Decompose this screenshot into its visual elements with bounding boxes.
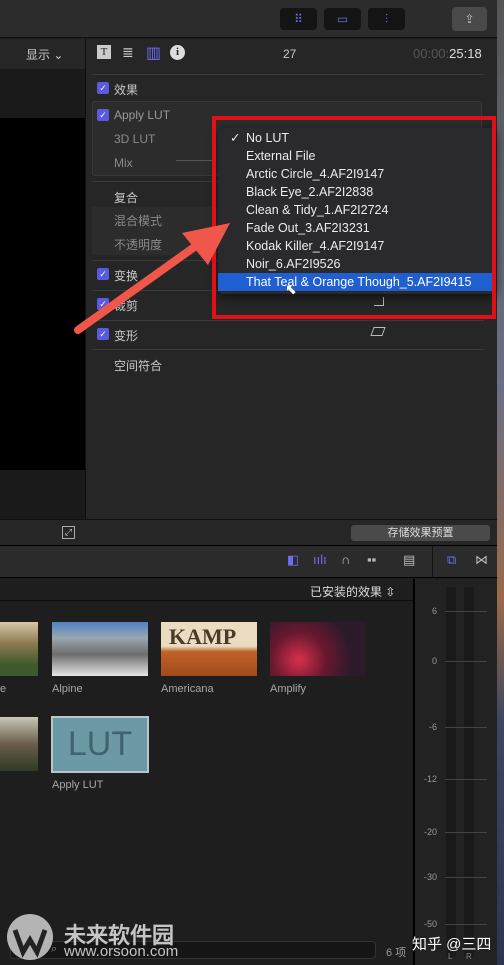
timecode-dim: 00:00:	[413, 46, 450, 61]
effect-label: e	[0, 683, 7, 695]
meter-channel-left	[446, 587, 456, 957]
mix-slider[interactable]	[176, 160, 216, 161]
category-label: 已安装的效果	[310, 585, 383, 599]
watermark-logo	[7, 914, 53, 960]
divider	[92, 349, 484, 350]
meter-gridline	[445, 779, 487, 780]
effects-checkbox[interactable]: ✓	[97, 82, 109, 94]
share-button[interactable]: ⇪	[452, 7, 487, 31]
mix-label: Mix	[114, 156, 133, 170]
updown-chevron-icon: ⇳	[382, 585, 396, 599]
timeline-toolbar	[0, 545, 497, 578]
fullscreen-icon[interactable]: ⤢	[62, 526, 75, 539]
meter-gridline	[445, 832, 487, 833]
effect-label: Amplify	[270, 683, 307, 695]
effects-label: 效果	[114, 83, 139, 97]
grid-icon: ⠿	[294, 12, 303, 26]
apply-lut-label: Apply LUT	[114, 108, 171, 122]
frame-number: 27	[283, 47, 297, 61]
meter-tick: 0	[431, 656, 437, 666]
meter-tick: -20	[423, 827, 437, 837]
3d-lut-label: 3D LUT	[114, 132, 156, 146]
timecode-value: 25:18	[449, 46, 482, 61]
save-effects-preset-button[interactable]: 存储效果预置	[351, 525, 490, 541]
timecode: 00:00:25:18	[413, 46, 482, 61]
spatial-conform-label: 空间符合	[114, 359, 163, 373]
divider	[432, 546, 433, 577]
inspector-toggle-button[interactable]: ⫶	[368, 8, 405, 30]
meter-tick: -30	[423, 872, 437, 882]
transitions-browser-icon[interactable]: ⋈	[475, 552, 488, 568]
audio-meter: 6 0 -6 -12 -20 -30 -50 L R	[414, 579, 497, 965]
watermark-credit: 知乎 @三四	[412, 936, 492, 953]
effect-label: Alpine	[52, 683, 83, 695]
meter-gridline	[445, 924, 487, 925]
timeline-layout-button[interactable]: ▭	[324, 8, 361, 30]
meter-gridline	[445, 661, 487, 662]
annotation-arrow-icon	[74, 223, 230, 334]
effect-thumbnail-amplify[interactable]	[270, 622, 366, 676]
kamp-sign: KAMP	[169, 624, 237, 649]
effect-label: Apply LUT	[52, 779, 104, 791]
text-inspector-tab[interactable]: T	[97, 45, 111, 59]
meter-gridline	[445, 877, 487, 878]
filmstrip-icon: ▭	[336, 12, 349, 26]
annotation-highlight-box	[212, 116, 496, 319]
meter-gridline	[445, 611, 487, 612]
clip-appearance-icon[interactable]: ◧	[287, 552, 299, 568]
composite-label: 复合	[114, 191, 139, 205]
snapping-icon[interactable]: ▪▪	[367, 552, 376, 567]
meter-tick: -12	[423, 774, 437, 784]
item-count: 6 项	[386, 947, 407, 959]
effect-thumbnail-apply-lut-selected[interactable]: LUT	[51, 716, 149, 773]
category-selector[interactable]: 已安装的效果 ⇳	[310, 583, 395, 600]
effect-thumbnail[interactable]	[0, 622, 38, 676]
meter-channel-right	[464, 587, 474, 957]
meter-tick: -6	[428, 722, 437, 732]
headphones-icon[interactable]: ∩	[341, 552, 350, 567]
audio-waveform-icon[interactable]: ıılı	[313, 552, 327, 567]
effects-browser-icon[interactable]: ⧉	[447, 552, 456, 568]
meter-gridline	[445, 727, 487, 728]
effect-thumbnail-americana[interactable]: KAMP	[161, 622, 257, 676]
filmstrip-icon[interactable]: ▤	[403, 552, 415, 568]
effect-thumbnail-alpine[interactable]	[52, 622, 148, 676]
video-inspector-tab[interactable]: ▥	[146, 43, 161, 63]
desktop-background	[497, 0, 504, 965]
apply-lut-checkbox[interactable]: ✓	[97, 109, 109, 121]
info-inspector-tab[interactable]: ≣	[122, 44, 134, 61]
sliders-icon: ⫶	[384, 12, 388, 26]
share-icon: ⇪	[464, 12, 475, 26]
top-toolbar	[0, 0, 497, 38]
info-icon[interactable]: i	[170, 45, 185, 60]
effect-label: Americana	[161, 683, 214, 695]
meter-tick: -50	[423, 919, 437, 929]
meter-tick: 6	[431, 606, 437, 616]
watermark-url: www.orsoon.com	[64, 943, 179, 960]
browser-layout-button[interactable]: ⠿	[280, 8, 317, 30]
divider	[92, 74, 484, 75]
display-menu[interactable]: 显示 ⌄	[26, 46, 63, 63]
effect-thumbnail[interactable]	[0, 717, 38, 771]
